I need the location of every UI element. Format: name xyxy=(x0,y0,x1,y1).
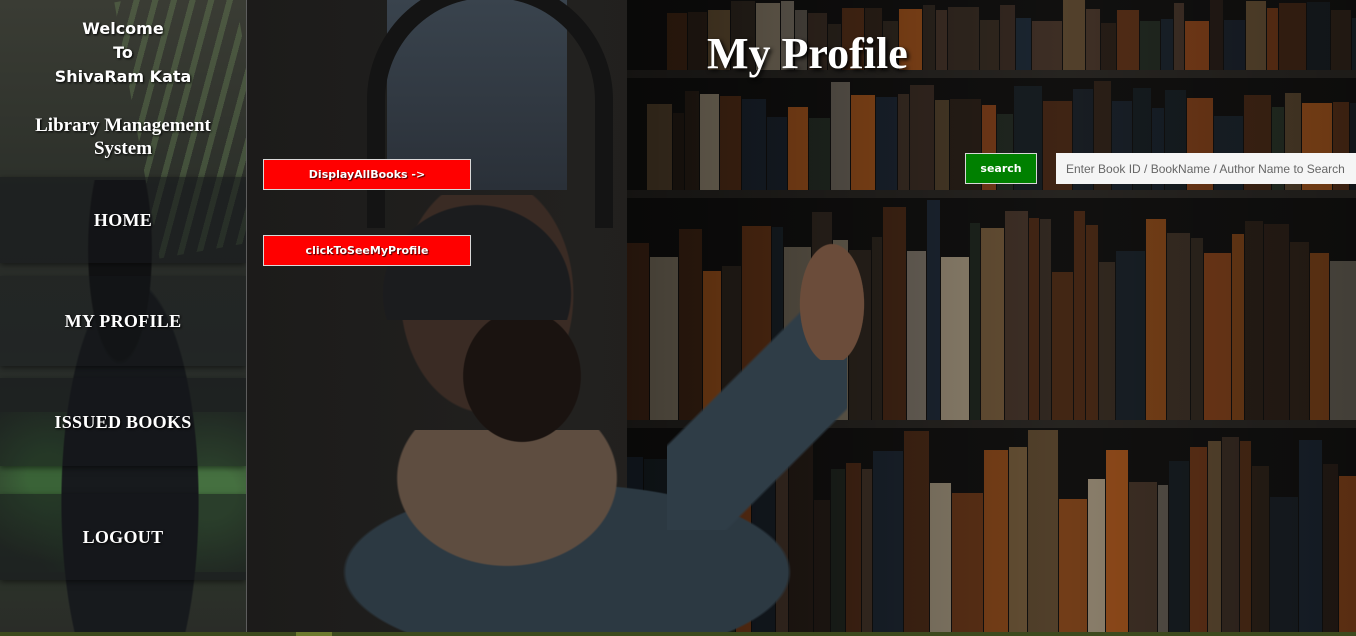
nav-logout[interactable]: LOGOUT xyxy=(0,494,246,580)
page-title: My Profile xyxy=(707,29,908,78)
sidebar: Welcome To ShivaRam Kata Library Managem… xyxy=(0,0,247,632)
background-person-beard xyxy=(447,320,597,460)
welcome-line-3: ShivaRam Kata xyxy=(54,67,192,86)
nav-my-profile-label: MY PROFILE xyxy=(64,310,182,331)
nav-logout-label: LOGOUT xyxy=(82,526,164,547)
system-name: Library Management System xyxy=(0,114,246,160)
welcome-line-2: To xyxy=(113,43,133,62)
welcome-text: Welcome To ShivaRam Kata xyxy=(0,17,246,89)
search-button[interactable]: search xyxy=(965,153,1037,184)
nav-issued-books[interactable]: ISSUED BOOKS xyxy=(0,378,246,466)
display-all-books-button[interactable]: DisplayAllBooks -> xyxy=(263,159,471,190)
bottom-bar xyxy=(0,632,1356,636)
system-name-line-1: Library Management xyxy=(35,115,211,136)
main-content: My Profile DisplayAllBooks -> clickToSee… xyxy=(247,0,1356,632)
bottom-bar-marker xyxy=(296,632,332,636)
system-name-line-2: System xyxy=(93,138,153,159)
search-input[interactable] xyxy=(1056,153,1356,184)
nav-issued-books-label: ISSUED BOOKS xyxy=(54,411,192,432)
welcome-line-1: Welcome xyxy=(82,19,164,38)
nav-my-profile[interactable]: MY PROFILE xyxy=(0,276,246,366)
nav-home[interactable]: HOME xyxy=(0,177,246,263)
background-person-hand xyxy=(787,220,877,360)
nav-home-label: HOME xyxy=(93,209,153,230)
see-my-profile-button[interactable]: clickToSeeMyProfile xyxy=(263,235,471,266)
